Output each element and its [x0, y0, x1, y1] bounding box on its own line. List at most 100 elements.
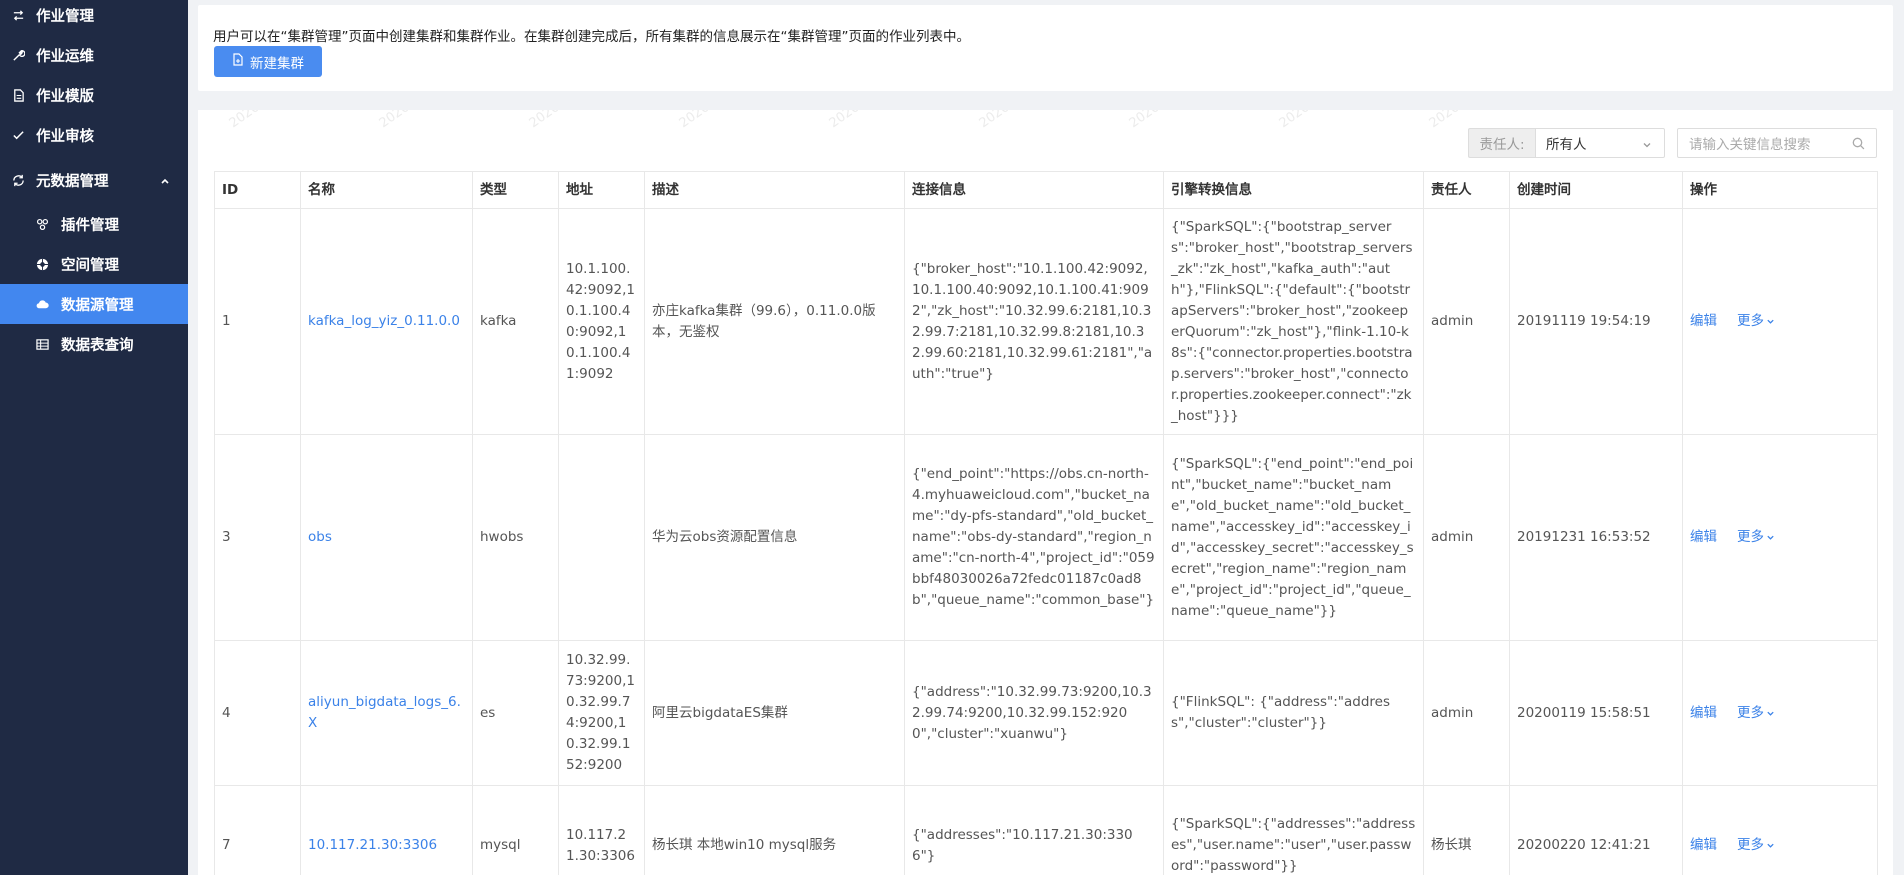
col-header-ops: 操作 — [1682, 171, 1878, 209]
col-header-name: 名称 — [300, 171, 473, 209]
cell-id: 1 — [214, 208, 301, 435]
cell-type: es — [472, 640, 559, 786]
table-row: 3 obs hwobs 华为云obs资源配置信息 {"end_point":"h… — [214, 434, 1878, 641]
sidebar-item-table-query[interactable]: 数据表查询 — [0, 324, 188, 364]
info-text: 用户可以在“集群管理”页面中创建集群和集群作业。在集群创建完成后，所有集群的信息… — [213, 29, 970, 45]
edit-link[interactable]: 编辑 — [1690, 837, 1717, 853]
file-icon — [11, 88, 25, 102]
more-dropdown[interactable]: 更多 — [1737, 835, 1775, 856]
sidebar-item-label: 作业运维 — [36, 48, 94, 65]
datasource-table: ID 名称 类型 地址 描述 连接信息 引擎转换信息 责任人 创建时间 操作 1… — [214, 171, 1878, 875]
table-row: 4 aliyun_bigdata_logs_6.X es 10.32.99.73… — [214, 640, 1878, 786]
cell-address: 10.117.21.30:3306 — [558, 785, 645, 875]
watermark: 2020 — [226, 110, 263, 132]
col-header-address: 地址 — [558, 171, 645, 209]
space-icon — [35, 257, 49, 271]
more-label: 更多 — [1737, 529, 1764, 545]
cell-desc: 阿里云bigdataES集群 — [644, 640, 905, 786]
cell-conn: {"end_point":"https://obs.cn-north-4.myh… — [904, 434, 1164, 641]
cell-created: 20200119 15:58:51 — [1509, 640, 1683, 786]
sidebar-item-job-manage[interactable]: 作业管理 — [0, 0, 188, 35]
refresh-icon — [11, 173, 25, 187]
col-header-desc: 描述 — [644, 171, 905, 209]
edit-link[interactable]: 编辑 — [1690, 705, 1717, 721]
col-header-id: ID — [214, 171, 301, 209]
cell-owner: admin — [1423, 434, 1510, 641]
plugin-icon — [35, 217, 49, 231]
chevron-up-icon — [160, 174, 170, 190]
sidebar-item-plugin[interactable]: 插件管理 — [0, 204, 188, 244]
cell-id: 4 — [214, 640, 301, 786]
col-header-conn: 连接信息 — [904, 171, 1164, 209]
sidebar-item-label: 数据表查询 — [61, 337, 134, 354]
owner-select[interactable]: 所有人 — [1535, 128, 1665, 158]
datasource-name-link[interactable]: obs — [308, 529, 332, 545]
cell-type: kafka — [472, 208, 559, 435]
sidebar-item-label: 元数据管理 — [36, 173, 109, 190]
cell-engine: {"SparkSQL":{"end_point":"end_point","bu… — [1163, 434, 1424, 641]
cell-address — [558, 434, 645, 641]
chevron-down-icon — [1767, 843, 1774, 848]
cell-address: 10.1.100.42:9092,10.1.100.40:9092,10.1.1… — [558, 208, 645, 435]
more-dropdown[interactable]: 更多 — [1737, 527, 1775, 548]
sidebar-item-space[interactable]: 空间管理 — [0, 244, 188, 284]
cell-id: 7 — [214, 785, 301, 875]
more-label: 更多 — [1737, 837, 1764, 853]
watermark: 2020 — [376, 110, 413, 132]
col-header-created: 创建时间 — [1509, 171, 1683, 209]
more-label: 更多 — [1737, 704, 1764, 721]
cell-conn: {"broker_host":"10.1.100.42:9092,10.1.10… — [904, 208, 1164, 435]
table-icon — [35, 337, 49, 351]
sidebar-item-label: 数据源管理 — [61, 297, 134, 314]
edit-link[interactable]: 编辑 — [1690, 313, 1717, 329]
cell-engine: {"SparkSQL":{"addresses":"addresses","us… — [1163, 785, 1424, 875]
more-dropdown[interactable]: 更多 — [1737, 703, 1775, 724]
chevron-down-icon — [1767, 319, 1774, 324]
sidebar-item-label: 空间管理 — [61, 257, 119, 274]
table-row: 7 10.117.21.30:3306 mysql 10.117.21.30:3… — [214, 785, 1878, 875]
datasource-name-link[interactable]: aliyun_bigdata_logs_6.X — [308, 694, 461, 731]
table-card: 2020 2020 2020 2020 2020 2020 2020 2020 … — [198, 110, 1893, 875]
job-manage-icon — [11, 8, 25, 22]
more-label: 更多 — [1737, 313, 1764, 329]
wrench-icon — [11, 48, 25, 62]
sidebar-item-job-ops[interactable]: 作业运维 — [0, 35, 188, 75]
sidebar-item-job-review[interactable]: 作业审核 — [0, 115, 188, 155]
datasource-name-link[interactable]: kafka_log_yiz_0.11.0.0 — [308, 313, 460, 329]
cell-desc: 华为云obs资源配置信息 — [644, 434, 905, 641]
sidebar-item-label: 插件管理 — [61, 217, 119, 234]
edit-link[interactable]: 编辑 — [1690, 529, 1717, 545]
cell-desc: 杨长琪 本地win10 mysql服务 — [644, 785, 905, 875]
col-header-owner: 责任人 — [1423, 171, 1510, 209]
table-header-row: ID 名称 类型 地址 描述 连接信息 引擎转换信息 责任人 创建时间 操作 — [214, 171, 1878, 209]
add-file-icon — [232, 53, 244, 70]
info-card: 用户可以在“集群管理”页面中创建集群和集群作业。在集群创建完成后，所有集群的信息… — [198, 5, 1893, 91]
owner-filter-label: 责任人: — [1468, 128, 1535, 158]
cell-type: mysql — [472, 785, 559, 875]
sidebar-item-label: 作业模版 — [36, 88, 94, 105]
chevron-down-icon — [1767, 711, 1774, 716]
search-input[interactable]: 请输入关键信息搜索 — [1677, 128, 1877, 158]
sidebar-item-label: 作业审核 — [36, 128, 94, 145]
watermark: 2020 — [1126, 110, 1163, 132]
sidebar-item-datasource[interactable]: 数据源管理 — [0, 284, 188, 324]
check-icon — [11, 128, 25, 142]
col-header-engine: 引擎转换信息 — [1163, 171, 1424, 209]
sidebar-item-label: 作业管理 — [36, 8, 94, 25]
sidebar-item-metadata[interactable]: 元数据管理 — [0, 160, 188, 200]
cloud-icon — [35, 297, 49, 311]
cell-owner: admin — [1423, 208, 1510, 435]
cell-created: 20200220 12:41:21 — [1509, 785, 1683, 875]
datasource-name-link[interactable]: 10.117.21.30:3306 — [308, 837, 437, 853]
cell-engine: {"SparkSQL":{"bootstrap_servers":"broker… — [1163, 208, 1424, 435]
more-dropdown[interactable]: 更多 — [1737, 311, 1775, 332]
cell-address: 10.32.99.73:9200,10.32.99.74:9200,10.32.… — [558, 640, 645, 786]
cell-engine: {"FlinkSQL": {"address":"address","clust… — [1163, 640, 1424, 786]
sidebar-item-job-template[interactable]: 作业模版 — [0, 75, 188, 115]
cell-created: 20191119 19:54:19 — [1509, 208, 1683, 435]
col-header-type: 类型 — [472, 171, 559, 209]
watermark: 2020 — [976, 110, 1013, 132]
chevron-down-icon — [1767, 535, 1774, 540]
new-cluster-button[interactable]: 新建集群 — [214, 46, 322, 77]
cell-id: 3 — [214, 434, 301, 641]
